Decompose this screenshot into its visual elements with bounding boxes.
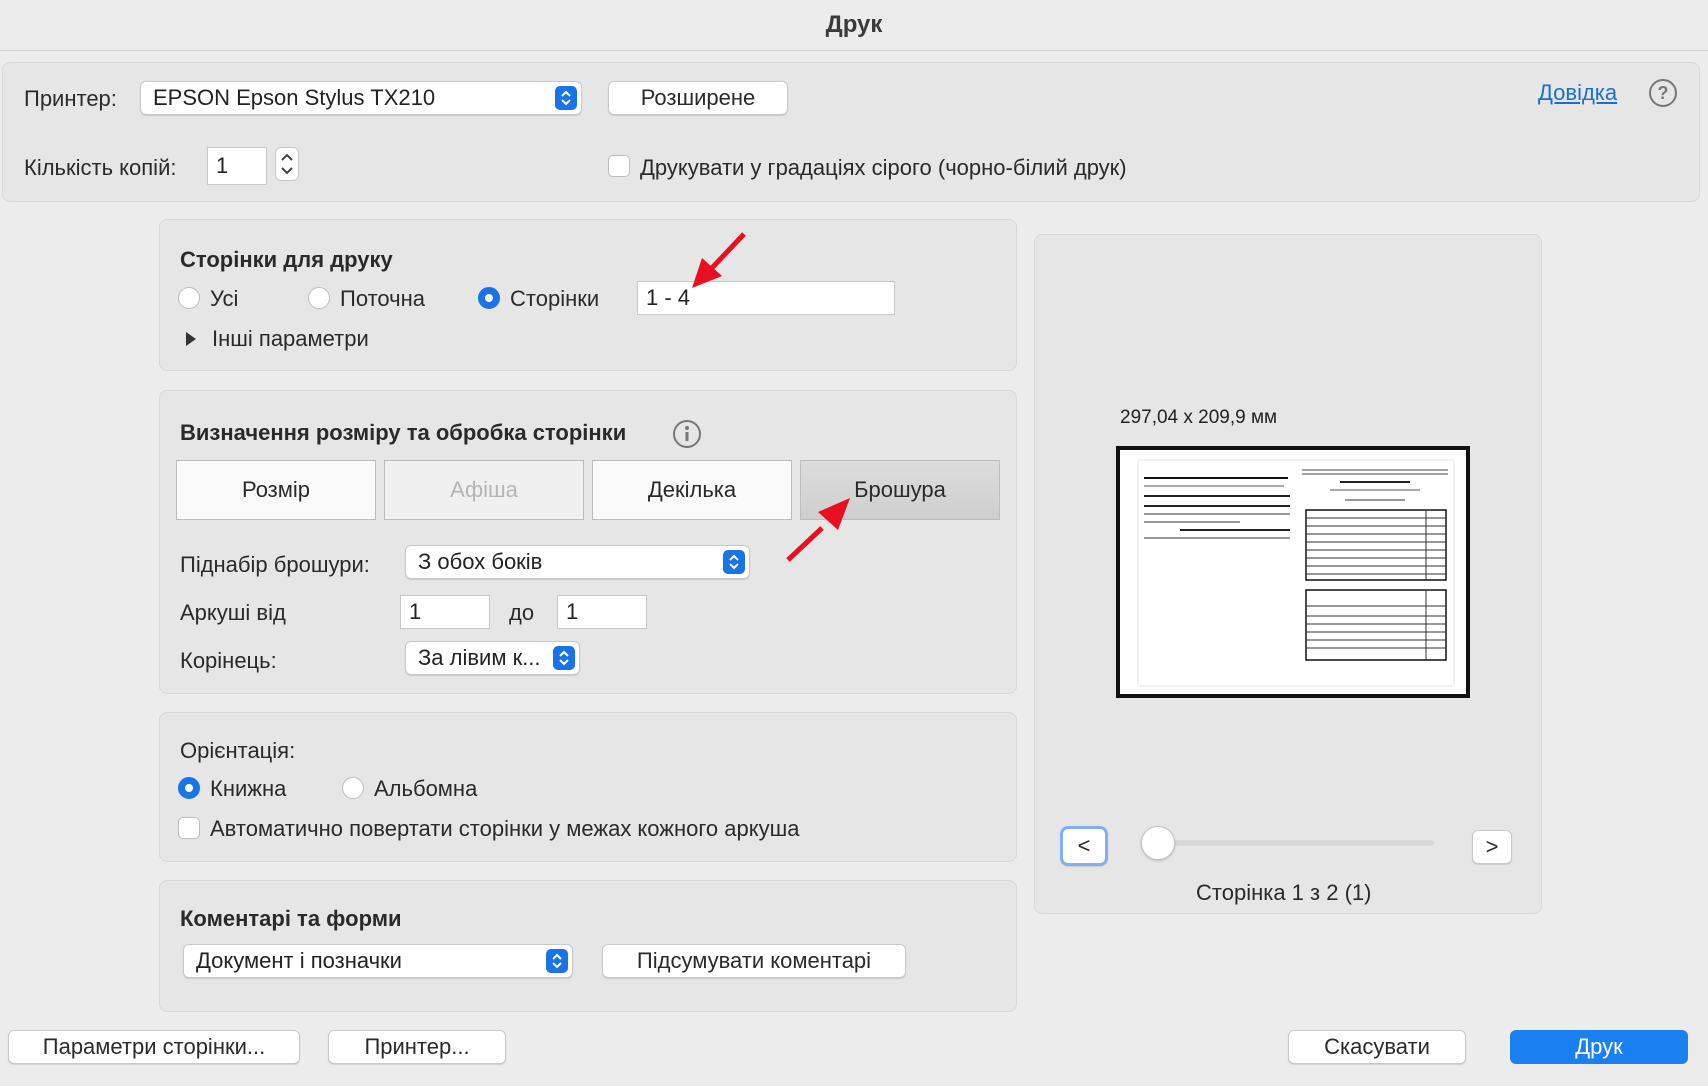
copies-stepper[interactable] [275,147,299,181]
print-button[interactable]: Друк [1510,1030,1688,1064]
help-icon[interactable]: ? [1648,78,1678,108]
pages-range-label: Сторінки [510,286,600,311]
sheets-from-input[interactable]: 1 [400,595,490,629]
binding-label: Корінець: [180,648,277,673]
page-setup-button[interactable]: Параметри сторінки... [8,1030,300,1064]
page-status: Сторінка 1 з 2 (1) [1196,880,1372,905]
landscape-radio[interactable] [342,777,364,799]
booklet-subset-value: З обох боків [418,549,543,574]
pages-all-radio[interactable] [178,287,200,309]
portrait-radio[interactable] [178,777,200,799]
help-link[interactable]: Довідка [1538,80,1617,106]
svg-text:?: ? [1658,83,1669,103]
popup-arrows-icon [723,550,745,574]
popup-arrows-icon [555,86,577,110]
copies-label: Кількість копій: [24,155,177,180]
landscape-label: Альбомна [374,776,478,801]
binding-select[interactable]: За лівим к... [405,641,580,675]
auto-rotate-checkbox[interactable] [178,817,200,839]
paper-dimensions: 297,04 x 209,9 мм [1120,407,1278,428]
sheets-to-label: до [509,600,535,625]
popup-arrows-icon [546,949,568,973]
tab-multiple[interactable]: Декілька [592,460,792,520]
binding-value: За лівим к... [418,645,541,670]
pages-range-input[interactable]: 1 - 4 [637,281,895,315]
page-slider-track[interactable] [1156,840,1434,846]
annotation-arrow-icon [688,230,758,292]
page-preview [1116,446,1470,698]
printer-select-value: EPSON Epson Stylus TX210 [153,85,436,110]
next-page-button[interactable]: > [1472,830,1512,864]
tab-poster: Афіша [384,460,584,520]
sheets-label: Аркуші від [180,600,286,625]
pages-title: Сторінки для друку [180,247,393,272]
grayscale-checkbox[interactable] [608,155,630,177]
sheets-to-input[interactable]: 1 [557,595,647,629]
comments-title: Коментарі та форми [180,906,402,931]
printer-label: Принтер: [24,86,117,111]
page-thumbnail-icon [1120,450,1466,694]
comments-select-value: Документ і позначки [196,948,402,973]
comments-select[interactable]: Документ і позначки [183,944,573,978]
printer-select[interactable]: EPSON Epson Stylus TX210 [140,81,582,115]
tab-size[interactable]: Розмір [176,460,376,520]
orientation-label: Орієнтація: [180,738,296,763]
cancel-button[interactable]: Скасувати [1288,1030,1466,1064]
popup-arrows-icon [553,646,575,670]
booklet-subset-label: Піднабір брошури: [180,552,370,577]
sizing-title: Визначення розміру та обробка сторінки [180,420,627,445]
prev-page-button[interactable]: < [1060,826,1108,866]
more-options-label[interactable]: Інші параметри [212,326,369,352]
grayscale-label: Друкувати у градаціях сірого (чорно-біли… [640,155,1127,180]
page-slider-thumb[interactable] [1141,826,1175,860]
summarize-comments-button[interactable]: Підсумувати коментарі [602,944,906,978]
disclosure-triangle-icon[interactable] [184,331,198,347]
annotation-arrow-icon [784,494,854,564]
pages-all-label: Усі [210,286,239,311]
pages-current-radio[interactable] [308,287,330,309]
pages-range-radio[interactable] [478,287,500,309]
copies-input[interactable]: 1 [207,147,267,185]
booklet-subset-select[interactable]: З обох боків [405,545,750,579]
window-title: Друк [0,0,1708,51]
info-icon[interactable] [672,419,702,449]
pages-current-label: Поточна [340,286,425,311]
printer-button[interactable]: Принтер... [328,1030,506,1064]
advanced-button[interactable]: Розширене [608,81,788,115]
auto-rotate-label: Автоматично повертати сторінки у межах к… [210,816,800,841]
portrait-label: Книжна [210,776,287,801]
